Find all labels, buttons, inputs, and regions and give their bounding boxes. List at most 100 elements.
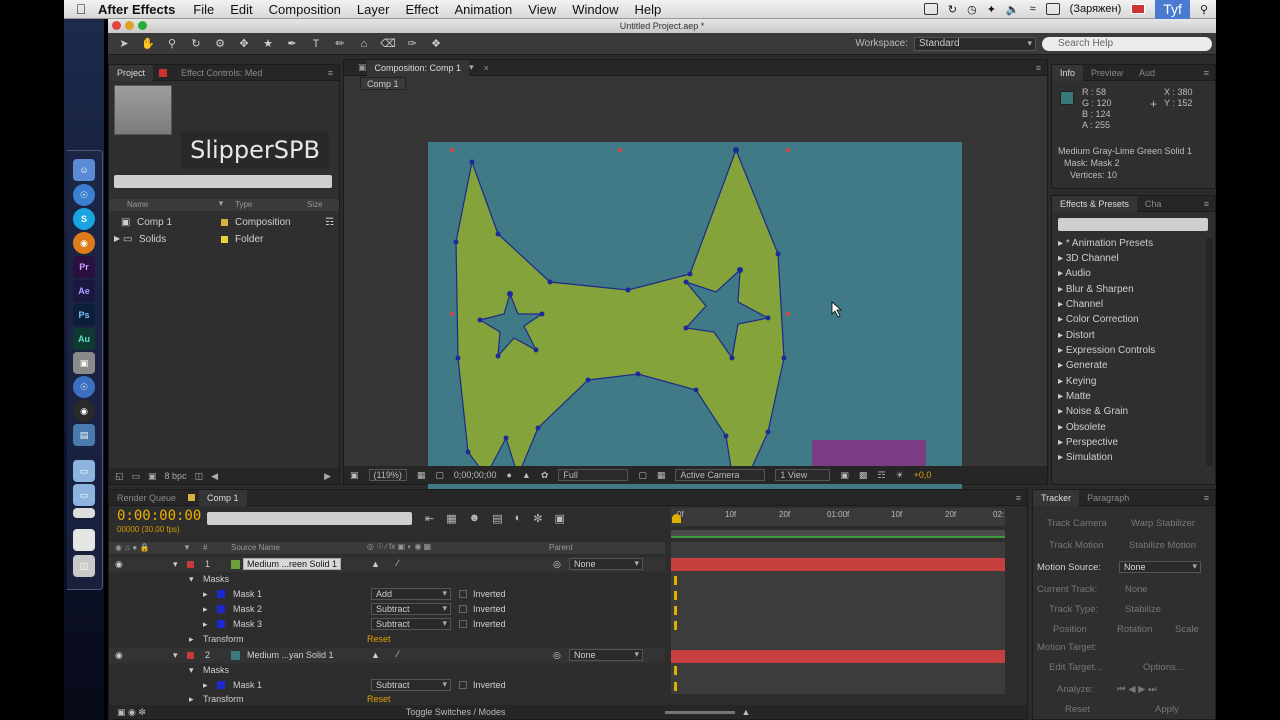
mask-row-3[interactable]: ▸ Mask 3 Subtract Inverted [109,617,665,632]
pen-tool-icon[interactable]: ✒ [284,36,300,52]
fx-animation-presets[interactable]: ▸ * Animation Presets [1058,238,1153,249]
expand-triangle-icon[interactable]: ▸ [203,589,208,600]
zoom-window-button[interactable] [138,21,147,30]
quality-switch-icon[interactable]: ∕ [397,558,399,568]
scroll-left-icon[interactable]: ◀ [211,471,218,482]
stabilize-motion-button[interactable]: Stabilize Motion [1129,540,1196,551]
quality-switch-icon[interactable]: ∕ [397,649,399,659]
close-window-button[interactable] [112,21,121,30]
comp-breadcrumb[interactable]: Comp 1 [360,77,406,90]
parent-select[interactable]: None [569,558,643,570]
reset-link[interactable]: Reset [367,634,391,644]
analyze-controls[interactable]: ⏮ ◀ ▶ ⏭ [1117,684,1157,695]
expand-triangle-icon[interactable]: ▾ [189,665,194,676]
tab-project[interactable]: Project [109,64,154,81]
type-tool-icon[interactable]: T [308,36,324,52]
eye-visibility-icon[interactable]: ◉ [115,559,123,570]
menu-view[interactable]: View [528,2,556,17]
folder-icon[interactable]: ▭ [73,460,95,482]
inverted-checkbox[interactable] [459,605,467,613]
menu-composition[interactable]: Composition [269,2,341,17]
fx-expression-controls[interactable]: ▸ Expression Controls [1058,345,1155,356]
expand-triangle-icon[interactable]: ▾ [189,574,194,585]
panel-menu-icon[interactable]: ≡ [1204,68,1209,78]
tab-audio[interactable]: Aud [1131,65,1163,81]
audition-icon[interactable]: Au [73,328,95,350]
region-of-interest-icon[interactable]: ▢ [638,470,647,481]
project-row-comp[interactable]: ▣ Comp 1 Composition ☶ [109,215,339,231]
brush-tool-icon[interactable]: ✏ [332,36,348,52]
layer-name[interactable]: Medium ...reen Solid 1 [243,558,342,570]
switches-toggle-icons[interactable]: ▣ ◉ ✼ [117,707,146,718]
user-badge[interactable]: Tyf [1155,0,1190,19]
safe-zones-icon[interactable]: ▦ [417,470,426,481]
tab-paragraph[interactable]: Paragraph [1079,490,1137,506]
mask-color-swatch[interactable] [217,620,225,628]
fx-3d-channel[interactable]: ▸ 3D Channel [1058,253,1119,264]
menu-layer[interactable]: Layer [357,2,390,17]
resolution-select[interactable]: Full [558,469,629,481]
layer-row-2[interactable]: ◉ ▾ 2 Medium ...yan Solid 1 ▲ ∕ ◎ None [109,648,665,663]
workspace-select[interactable]: Standard [914,36,1036,51]
expand-triangle-icon[interactable]: ▾ [173,559,178,570]
zoom-tool-icon[interactable]: ⚲ [164,36,180,52]
reset-button[interactable]: Reset [1065,704,1090,715]
spotlight-icon[interactable]: ⚲ [1200,3,1208,16]
mask-mode-select[interactable]: Subtract [371,679,451,691]
mask-color-swatch[interactable] [217,605,225,613]
tab-menu-arrow-icon[interactable]: ▾ [469,62,474,73]
layer-1-duration-bar[interactable] [671,558,1005,571]
track-motion-button[interactable]: Track Motion [1049,540,1104,551]
star-tool-icon[interactable]: ★ [260,36,276,52]
menu-help[interactable]: Help [634,2,661,17]
label-col-icon[interactable]: ▼ [217,199,225,208]
menu-file[interactable]: File [193,2,214,17]
premiere-icon[interactable]: Pr [73,256,95,278]
transform-group-2[interactable]: ▸ Transform Reset [109,693,665,703]
finder-icon[interactable]: ☺ [73,159,95,181]
folder-icon-2[interactable]: ▭ [73,484,95,506]
shy-switch-icon[interactable]: ▲ [371,559,380,569]
expand-triangle-icon[interactable]: ▾ [173,650,178,661]
source-name-header[interactable]: Source Name [231,543,280,552]
inverted-checkbox[interactable] [459,681,467,689]
expand-triangle-icon[interactable]: ▸ [189,634,194,645]
fx-perspective[interactable]: ▸ Perspective [1058,437,1118,448]
layer-name[interactable]: Medium ...yan Solid 1 [247,650,334,660]
mask-row-4[interactable]: ▸ Mask 1 Subtract Inverted [109,678,665,693]
fx-distort[interactable]: ▸ Distort [1058,330,1095,341]
fx-audio[interactable]: ▸ Audio [1058,268,1091,279]
always-preview-icon[interactable]: ▣ [350,470,359,481]
hand-tool-icon[interactable]: ✋ [140,36,156,52]
fx-channel[interactable]: ▸ Channel [1058,299,1103,310]
track-type-value[interactable]: Stabilize [1125,604,1161,615]
monitor-icon[interactable] [73,508,95,518]
browser-icon[interactable]: ☉ [73,184,95,206]
fx-color-correction[interactable]: ▸ Color Correction [1058,314,1139,325]
clone-tool-icon[interactable]: ⌂ [356,36,372,52]
project-row-solids[interactable]: ▶ ▭ Solids Folder [109,232,339,248]
fx-generate[interactable]: ▸ Generate [1058,360,1108,371]
zoom-slider[interactable] [665,710,736,714]
expand-triangle-icon[interactable]: ▸ [203,680,208,691]
firefox-icon[interactable]: ◉ [73,232,95,254]
camera-status-icon[interactable] [923,3,938,15]
new-comp-icon[interactable]: ▣ [148,471,157,482]
wifi-icon[interactable]: ≈ [1030,3,1036,15]
project-search-input[interactable] [114,175,332,188]
mask-keyframe[interactable] [674,591,677,600]
transform-group-1[interactable]: ▸ Transform Reset [109,632,665,647]
new-folder-icon[interactable]: ▭ [132,471,141,482]
mask-mode-select[interactable]: Subtract [371,618,451,630]
tab-character[interactable]: Cha [1137,196,1170,212]
panel-menu-icon[interactable]: ≡ [1204,493,1209,503]
search-help-input[interactable]: Search Help [1042,36,1212,51]
battery-status[interactable]: (Заряжен) [1070,3,1122,15]
reset-exposure-icon[interactable]: ☀ [896,470,904,481]
exposure-value[interactable]: +0,0 [914,470,932,480]
mask-color-swatch[interactable] [217,681,225,689]
mask-keyframe[interactable] [674,606,677,615]
motion-blur-icon[interactable]: ◐ [515,512,522,525]
battery-icon[interactable] [1045,3,1060,15]
scroll-right-icon[interactable]: ▶ [324,471,331,482]
